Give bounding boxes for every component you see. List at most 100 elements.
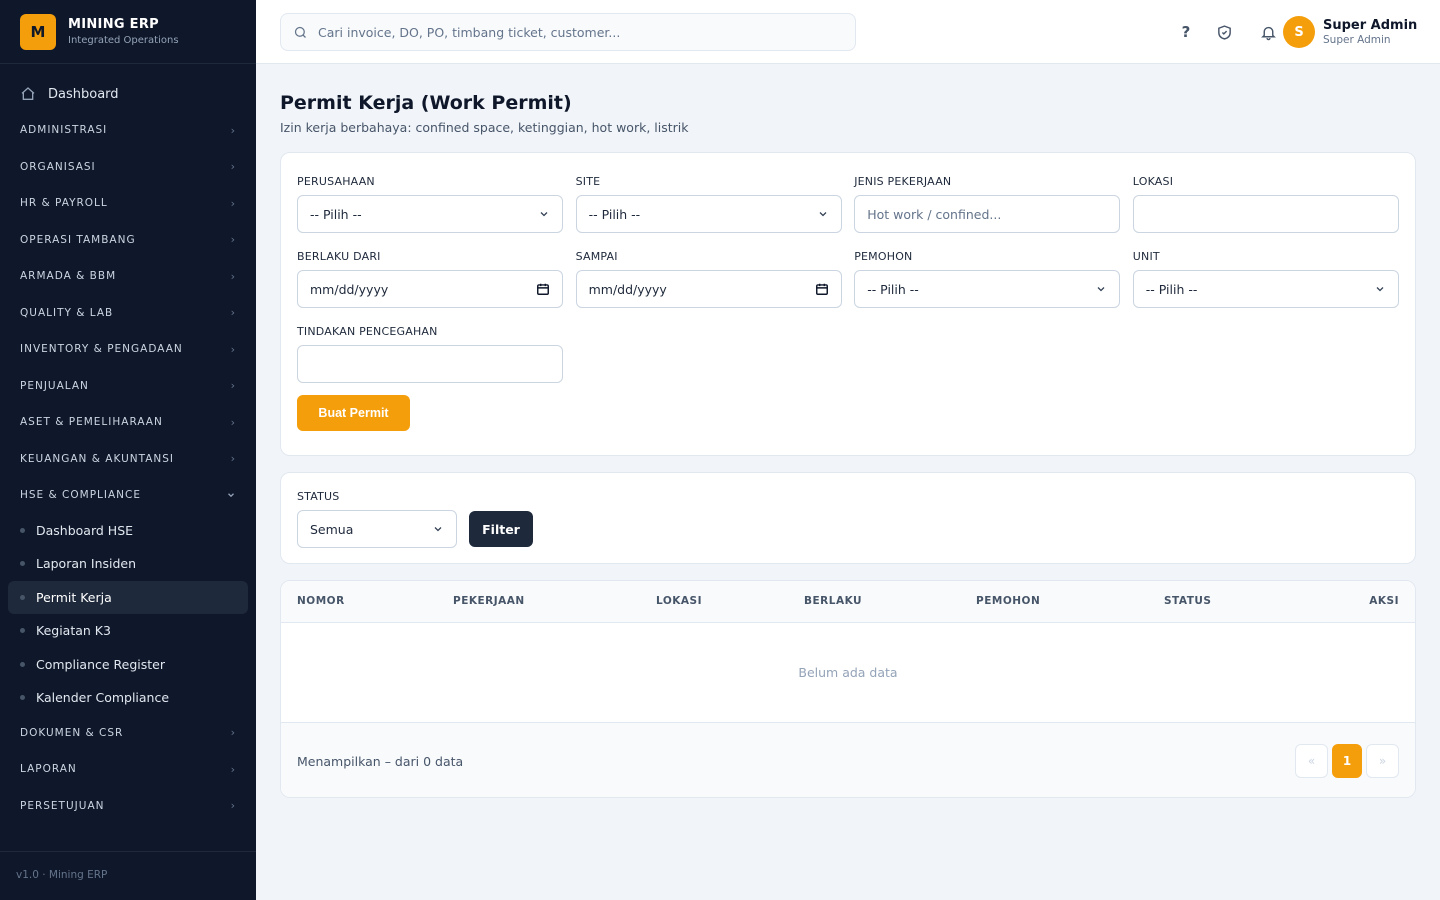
field-status: STATUS Semua xyxy=(297,490,457,548)
field-label: SAMPAI xyxy=(575,250,618,263)
date-value: mm/dd/yyyy xyxy=(310,281,389,297)
sidebar-group-label: HSE & COMPLIANCE xyxy=(20,489,141,502)
sidebar-item-label: Compliance Register xyxy=(36,656,166,672)
chevron-down-icon xyxy=(228,493,234,498)
sidebar: M MINING ERP Integrated Operations Dashb… xyxy=(0,0,256,900)
lokasi-input[interactable] xyxy=(1132,195,1399,233)
chevron-right-icon: › xyxy=(230,269,236,283)
column-header[interactable]: BERLAKU xyxy=(804,595,862,607)
sidebar-item-compliance-register[interactable]: Compliance Register xyxy=(8,648,248,682)
field-sampai: SAMPAI mm/dd/yyyy xyxy=(575,250,842,308)
unit-select[interactable]: -- Pilih -- xyxy=(1132,270,1399,308)
chevron-right-icon: › xyxy=(230,306,236,320)
field-label: TINDAKAN PENCEGAHAN xyxy=(297,325,438,338)
chevron-right-icon: › xyxy=(230,762,236,776)
column-header[interactable]: PEMOHON xyxy=(976,595,1040,607)
sidebar-group-laporan[interactable]: LAPORAN › xyxy=(0,751,256,788)
sidebar-group-armada-bbm[interactable]: ARMADA & BBM › xyxy=(0,258,256,295)
site-select[interactable]: -- Pilih -- xyxy=(575,195,842,233)
field-site: SITE -- Pilih -- xyxy=(575,175,842,233)
sidebar-group-penjualan[interactable]: PENJUALAN › xyxy=(0,368,256,405)
column-header[interactable]: STATUS xyxy=(1164,595,1211,607)
sidebar-item-kegiatan-k3[interactable]: Kegiatan K3 xyxy=(8,614,248,648)
select-value: -- Pilih -- xyxy=(1145,281,1198,297)
sidebar-group-label: QUALITY & LAB xyxy=(20,306,114,319)
chevron-right-icon: › xyxy=(230,196,236,210)
field-label: BERLAKU DARI xyxy=(297,250,381,263)
perusahaan-select[interactable]: -- Pilih -- xyxy=(297,195,563,233)
chevron-right-icon: › xyxy=(230,160,236,174)
page-button-current[interactable]: 1 xyxy=(1332,744,1362,778)
prev-page-button[interactable]: « xyxy=(1295,744,1328,778)
sidebar-item-permit-kerja[interactable]: Permit Kerja xyxy=(8,580,248,614)
field-pemohon: PEMOHON -- Pilih -- xyxy=(854,250,1121,308)
chevron-right-icon: › xyxy=(230,452,236,466)
sidebar-group-quality-lab[interactable]: QUALITY & LAB › xyxy=(0,295,256,332)
bullet-icon xyxy=(20,561,25,567)
field-lokasi: LOKASI xyxy=(1132,175,1399,233)
chevron-right-icon: › xyxy=(230,233,236,247)
bullet-icon xyxy=(20,527,25,533)
sidebar-group-administrasi[interactable]: ADMINISTRASI › xyxy=(0,112,256,149)
column-header[interactable]: LOKASI xyxy=(656,595,702,607)
bullet-icon xyxy=(20,628,25,634)
table-footer: Menampilkan – dari 0 data « 1 » xyxy=(281,723,1415,797)
sidebar-nav: Dashboard ADMINISTRASI › ORGANISASI › HR &… xyxy=(0,64,256,824)
berlaku-dari-date[interactable]: mm/dd/yyyy xyxy=(297,270,563,308)
filter-button[interactable]: Filter xyxy=(469,511,533,547)
sidebar-group-aset[interactable]: ASET & PEMELIHARAAN › xyxy=(0,404,256,441)
sidebar-group-label: KEUANGAN & AKUNTANSI xyxy=(20,452,175,465)
user-menu[interactable]: S Super Admin Super Admin xyxy=(1283,16,1417,48)
jenis-pekerjaan-input[interactable]: Hot work / confined... xyxy=(854,195,1121,233)
sidebar-item-kalender-compliance[interactable]: Kalender Compliance xyxy=(8,681,248,715)
column-header[interactable]: PEKERJAAN xyxy=(453,595,525,607)
field-label: JENIS PEKERJAAN xyxy=(854,175,952,188)
table-header: NOMOR PEKERJAAN LOKASI BERLAKU PEMOHON S… xyxy=(281,581,1415,623)
user-name: Super Admin xyxy=(1323,18,1418,33)
sidebar-group-hse-compliance[interactable]: HSE & COMPLIANCE xyxy=(0,477,256,514)
search-box[interactable] xyxy=(280,13,856,51)
help-icon[interactable]: ? xyxy=(1174,20,1198,44)
field-label: STATUS xyxy=(297,490,340,503)
sidebar-group-dokumen-csr[interactable]: DOKUMEN & CSR › xyxy=(0,715,256,752)
status-select[interactable]: Semua xyxy=(297,510,457,548)
next-page-button[interactable]: » xyxy=(1366,744,1399,778)
sidebar-item-label: Laporan Insiden xyxy=(36,556,137,572)
sidebar-item-label: Kalender Compliance xyxy=(36,690,170,706)
calendar-icon[interactable] xyxy=(815,282,829,296)
search-icon xyxy=(294,26,306,38)
avatar: S xyxy=(1283,16,1315,48)
bell-icon[interactable] xyxy=(1256,20,1280,44)
shield-check-icon[interactable] xyxy=(1212,20,1236,44)
field-unit: UNIT -- Pilih -- xyxy=(1132,250,1399,308)
sidebar-group-persetujuan[interactable]: PERSETUJUAN › xyxy=(0,788,256,825)
sidebar-group-organisasi[interactable]: ORGANISASI › xyxy=(0,149,256,186)
permit-form: PERUSAHAAN -- Pilih -- SITE -- Pilih -- … xyxy=(280,152,1416,456)
sidebar-group-operasi-tambang[interactable]: OPERASI TAMBANG › xyxy=(0,222,256,259)
sidebar-group-inventory[interactable]: INVENTORY & PENGADAAN › xyxy=(0,331,256,368)
chevron-right-icon: › xyxy=(230,379,236,393)
field-label: PEMOHON xyxy=(854,250,913,263)
chevron-down-icon xyxy=(1376,287,1384,292)
calendar-icon[interactable] xyxy=(536,282,550,296)
chevron-down-icon xyxy=(1097,287,1105,292)
permit-table: NOMOR PEKERJAAN LOKASI BERLAKU PEMOHON S… xyxy=(280,580,1416,798)
sidebar-group-hr-payroll[interactable]: HR & PAYROLL › xyxy=(0,185,256,222)
sidebar-item-laporan-insiden[interactable]: Laporan Insiden xyxy=(8,547,248,581)
column-header[interactable]: NOMOR xyxy=(297,595,345,607)
field-berlaku-dari: BERLAKU DARI mm/dd/yyyy xyxy=(297,250,563,308)
sidebar-group-label: DOKUMEN & CSR xyxy=(20,726,124,739)
field-label: SITE xyxy=(575,175,601,188)
sidebar-item-dashboard-hse[interactable]: Dashboard HSE xyxy=(8,514,248,548)
pemohon-select[interactable]: -- Pilih -- xyxy=(854,270,1121,308)
brand[interactable]: M MINING ERP Integrated Operations xyxy=(0,0,256,64)
sidebar-item-label: Kegiatan K3 xyxy=(36,623,111,639)
field-jenis-pekerjaan: JENIS PEKERJAAN Hot work / confined... xyxy=(854,175,1121,233)
tindakan-pencegahan-input[interactable] xyxy=(297,345,563,383)
sampai-date[interactable]: mm/dd/yyyy xyxy=(575,270,842,308)
search-input[interactable] xyxy=(318,24,838,40)
sidebar-group-keuangan[interactable]: KEUANGAN & AKUNTANSI › xyxy=(0,441,256,478)
buat-permit-button[interactable]: Buat Permit xyxy=(297,395,410,431)
brand-subtitle: Integrated Operations xyxy=(68,35,179,46)
sidebar-item-dashboard[interactable]: Dashboard xyxy=(0,76,256,112)
